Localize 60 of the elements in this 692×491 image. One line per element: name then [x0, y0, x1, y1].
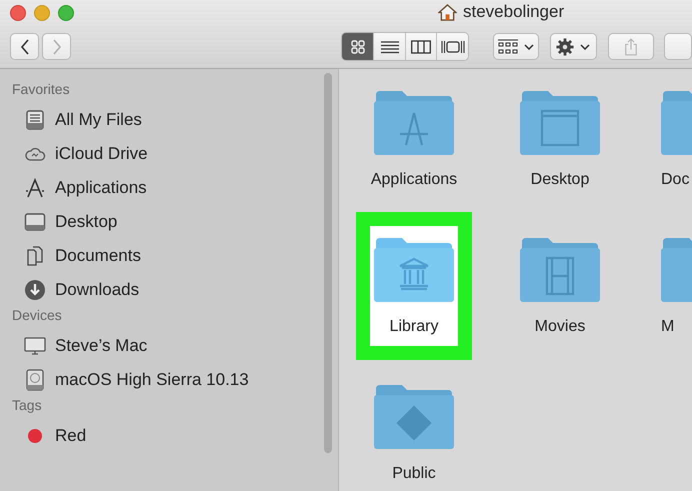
- folder-name: Movies: [534, 318, 586, 336]
- window-title: stevebolinger: [463, 2, 564, 22]
- chevron-right-icon: [52, 38, 62, 54]
- download-icon: [24, 279, 46, 301]
- folder-item[interactable]: Movies: [502, 222, 618, 352]
- folder-name: M: [661, 318, 674, 336]
- sidebar-item[interactable]: Red: [0, 419, 322, 453]
- folder-icon: [374, 383, 454, 449]
- house-icon: [438, 4, 457, 20]
- compass-a-icon: [24, 177, 46, 199]
- folder-item[interactable]: Public: [356, 369, 472, 491]
- list-icon: [380, 40, 399, 54]
- close-button[interactable]: [10, 5, 26, 21]
- folder-icon: [520, 89, 600, 155]
- folder-name: Applications: [370, 171, 458, 189]
- back-button[interactable]: [10, 33, 39, 60]
- sidebar-section-title: Tags: [11, 397, 43, 415]
- view-mode-button[interactable]: [404, 33, 436, 60]
- folder-icon: [374, 89, 454, 155]
- folder-item[interactable]: Desktop: [502, 75, 618, 205]
- view-mode-button[interactable]: [436, 33, 468, 60]
- chevron-left-icon: [20, 38, 30, 54]
- folder-item[interactable]: Applications: [352, 75, 476, 205]
- sidebar-item[interactable]: Desktop: [0, 205, 322, 239]
- desktop-icon: [24, 211, 46, 233]
- scrollbar[interactable]: [322, 69, 339, 491]
- grid-icon: [498, 38, 518, 54]
- folder-icon: [374, 236, 454, 302]
- folder-item[interactable]: Doc: [643, 75, 692, 205]
- sidebar-item[interactable]: Documents: [0, 239, 322, 273]
- folder-name: Public: [392, 465, 436, 483]
- sidebar-item[interactable]: iCloud Drive: [0, 137, 322, 171]
- gear-icon: [556, 38, 574, 56]
- view-mode-button[interactable]: [373, 33, 405, 60]
- settings-button[interactable]: [550, 33, 597, 60]
- gallery-icon: [440, 40, 465, 54]
- share-icon: [624, 38, 638, 56]
- computer-icon: [24, 335, 46, 357]
- folder-name: Desktop: [530, 171, 590, 189]
- sidebar-item[interactable]: Downloads: [0, 273, 322, 307]
- sidebar-item[interactable]: macOS High Sierra 10.13: [0, 363, 322, 397]
- caret-icon: [524, 44, 534, 50]
- folder-icon: [520, 236, 600, 302]
- sidebar-section-title: Favorites: [11, 81, 71, 99]
- sidebar-item[interactable]: All My Files: [0, 103, 322, 137]
- caret-icon: [580, 44, 590, 50]
- grid-icon: [350, 40, 365, 54]
- tray-icon: [24, 109, 46, 131]
- view-mode-button[interactable]: [342, 33, 374, 60]
- arrange-button[interactable]: [492, 33, 540, 60]
- columns-icon: [411, 40, 432, 54]
- sidebar-item[interactable]: Applications: [0, 171, 322, 205]
- sidebar-section-title: Devices: [11, 307, 63, 325]
- view-mode-control[interactable]: [341, 32, 469, 61]
- zoom-button[interactable]: [58, 5, 74, 21]
- sidebar-item[interactable]: Steve’s Mac: [0, 329, 322, 363]
- folder-name: Doc: [661, 171, 690, 189]
- folder-item[interactable]: M: [643, 222, 692, 352]
- folder-name: Library: [390, 318, 438, 336]
- highlight-frame[interactable]: Library: [356, 212, 472, 360]
